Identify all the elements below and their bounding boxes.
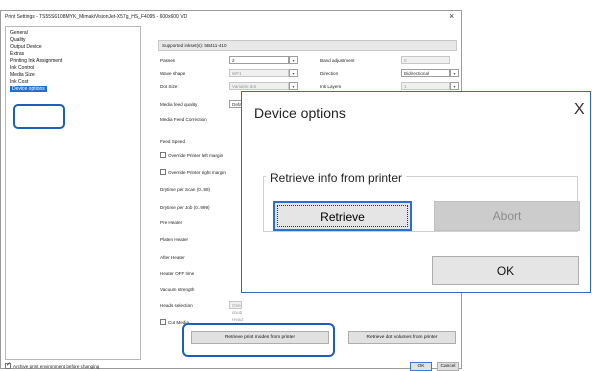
popup-close-icon[interactable]: X: [574, 101, 585, 119]
window-close-icon[interactable]: ×: [449, 11, 454, 21]
heater-off-time-label: Heater OFF time: [160, 271, 195, 276]
retrieve-print-modes-highlight: [182, 323, 335, 357]
platen-heater-label: Platen Heater: [160, 237, 189, 242]
dot-size-select[interactable]: Variable dot: [229, 82, 289, 90]
wave-shape-dropdown-icon[interactable]: ▾: [289, 69, 298, 77]
direction-select[interactable]: Bidirectional: [401, 69, 450, 77]
tree-item-extras[interactable]: Extras: [10, 51, 24, 57]
after-heater-label: After Heater: [160, 255, 185, 260]
popup-title: Device options: [254, 105, 346, 121]
ink-layers-label: Ink Layers: [320, 84, 342, 89]
tree-item-ink-control[interactable]: Ink Control: [10, 65, 34, 71]
cut-media-checkbox[interactable]: [160, 319, 166, 325]
tree-item-device-options[interactable]: Device options: [10, 86, 47, 92]
device-options-popup: Device options X Retrieve info from prin…: [241, 91, 591, 293]
popup-ok-button[interactable]: OK: [432, 256, 579, 285]
direction-label: Direction: [320, 71, 339, 76]
ink-layers-dropdown-icon[interactable]: ▾: [450, 82, 459, 90]
tree-item-quality[interactable]: Quality: [10, 37, 26, 43]
override-right-checkbox[interactable]: [160, 169, 166, 175]
settings-tree: General Quality Output Device Extras Pri…: [5, 26, 141, 360]
media-feed-correction-label: Media Feed Correction: [160, 117, 207, 122]
pre-heater-label: Pre Heater: [160, 220, 183, 225]
band-adjustment-input[interactable]: 0: [401, 56, 450, 64]
heads-selection-select[interactable]: One doub Head: [229, 301, 243, 322]
dot-size-label: Dot Size:: [160, 84, 179, 89]
title-bar: Print Settings - TS55S6108MYK_MimakiVisi…: [1, 11, 461, 24]
drytime-job-label: Drytime per Job (0..999): [160, 205, 210, 210]
ink-layers-select[interactable]: 1: [401, 82, 450, 90]
archive-checkbox[interactable]: ✓: [5, 362, 11, 369]
band-adjustment-label: Band adjustment: [320, 58, 355, 63]
heads-selection-label: Heads selection: [160, 303, 193, 308]
vacuum-strength-label: Vacuum strength: [160, 287, 195, 292]
supported-inkset-text: Supported inkset(s): 5B411-410: [162, 43, 227, 48]
wave-shape-select[interactable]: WF1: [229, 69, 289, 77]
tree-item-ink-cost[interactable]: Ink Cost: [10, 79, 28, 85]
dot-size-dropdown-icon[interactable]: ▾: [289, 82, 298, 90]
abort-button[interactable]: Abort: [434, 201, 580, 231]
tree-item-general[interactable]: General: [10, 30, 28, 36]
drytime-scan-label: Drytime per Scan (0..99): [160, 187, 211, 192]
retrieve-button[interactable]: Retrieve: [273, 201, 412, 231]
tree-item-media-size[interactable]: Media Size: [10, 72, 35, 78]
passes-label: Passes: [160, 58, 176, 63]
retrieve-dot-volumes-button[interactable]: Retrieve dot volumes from printer: [348, 331, 456, 344]
direction-dropdown-icon[interactable]: ▾: [450, 69, 459, 77]
override-left-label: Override Printer left margin: [168, 153, 224, 158]
retrieve-info-group-label: Retrieve info from printer: [266, 171, 407, 185]
archive-label: Archive print environment before changin…: [13, 364, 100, 369]
override-right-label: Override Printer right margin: [168, 170, 226, 175]
ok-button[interactable]: OK: [410, 362, 432, 371]
tree-item-output-device[interactable]: Output Device: [10, 44, 42, 50]
wave-shape-label: Wave shape: [160, 71, 186, 76]
device-options-highlight: [13, 104, 65, 129]
tree-item-printing-ink-assignment[interactable]: Printing Ink Assignment: [10, 58, 62, 64]
inkset-info-bar: Supported inkset(s): 5B411-410: [158, 40, 457, 51]
window-title: Print Settings - TS55S6108MYK_MimakiVisi…: [5, 14, 188, 20]
passes-select[interactable]: 2: [229, 56, 289, 64]
feed-speed-label: Feed Speed: [160, 139, 186, 144]
cancel-button[interactable]: Cancel: [437, 362, 459, 371]
override-left-checkbox[interactable]: [160, 152, 166, 158]
media-feed-quality-label: Media feed quality: [160, 102, 198, 107]
passes-dropdown-icon[interactable]: ▾: [289, 56, 298, 64]
